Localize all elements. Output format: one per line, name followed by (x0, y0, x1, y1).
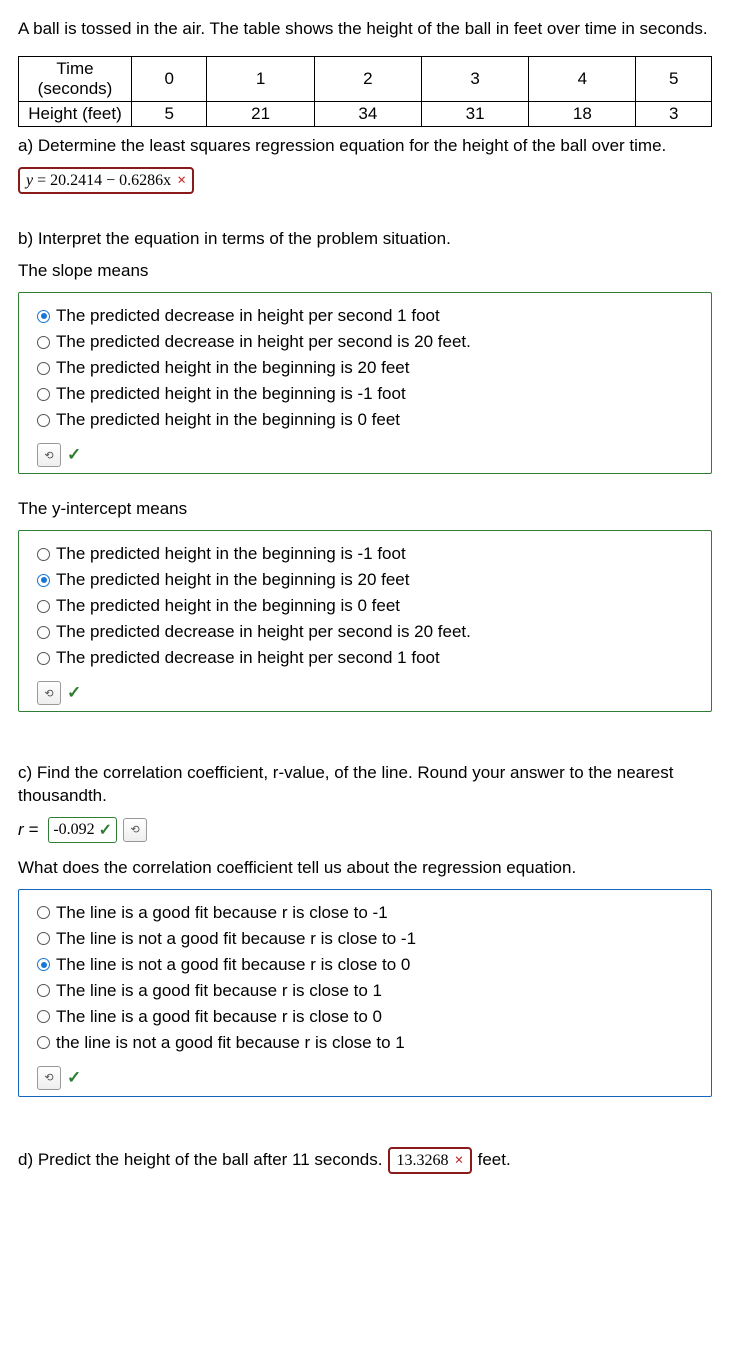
choice-option[interactable]: The predicted height in the beginning is… (37, 567, 697, 593)
table-cell: 3 (636, 102, 712, 127)
radio-icon[interactable] (37, 388, 50, 401)
radio-icon[interactable] (37, 574, 50, 587)
choice-label: The line is a good fit because r is clos… (56, 1007, 382, 1027)
part-c-prompt: c) Find the correlation coefficient, r-v… (18, 762, 712, 806)
choice-option[interactable]: The predicted height in the beginning is… (37, 407, 697, 433)
radio-icon[interactable] (37, 600, 50, 613)
radio-icon[interactable] (37, 932, 50, 945)
choice-label: The line is a good fit because r is clos… (56, 981, 382, 1001)
table-cell: 2 (314, 57, 421, 102)
choice-option[interactable]: The predicted decrease in height per sec… (37, 619, 697, 645)
radio-icon[interactable] (37, 984, 50, 997)
check-icon: ✓ (67, 683, 81, 703)
choice-option[interactable]: The predicted height in the beginning is… (37, 381, 697, 407)
table-row: Height (feet) 5 21 34 31 18 3 (19, 102, 712, 127)
choice-option[interactable]: The predicted height in the beginning is… (37, 355, 697, 381)
radio-icon[interactable] (37, 362, 50, 375)
retry-button[interactable]: ⟲ (37, 443, 61, 467)
choice-label: The predicted height in the beginning is… (56, 384, 406, 404)
r-input-row: r = -0.092 ✓ ⟲ (18, 817, 712, 843)
table-cell: 1 (207, 57, 314, 102)
choice-label: The predicted height in the beginning is… (56, 544, 406, 564)
table-cell: 5 (132, 102, 207, 127)
retry-button[interactable]: ⟲ (37, 1066, 61, 1090)
choice-option[interactable]: The predicted height in the beginning is… (37, 593, 697, 619)
choice-label: The predicted decrease in height per sec… (56, 622, 471, 642)
choice-label: The predicted height in the beginning is… (56, 358, 409, 378)
part-a-answer[interactable]: y = 20.2414 − 0.6286x × (18, 167, 194, 194)
choice-label: The predicted height in the beginning is… (56, 570, 409, 590)
table-row: Time (seconds) 0 1 2 3 4 5 (19, 57, 712, 102)
choice-option[interactable]: The predicted decrease in height per sec… (37, 303, 697, 329)
intro-text: A ball is tossed in the air. The table s… (18, 18, 712, 40)
table-cell: 21 (207, 102, 314, 127)
check-icon: ✓ (99, 820, 112, 840)
part-b-prompt: b) Interpret the equation in terms of th… (18, 228, 712, 250)
choice-option[interactable]: the line is not a good fit because r is … (37, 1030, 697, 1056)
choice-label: The predicted height in the beginning is… (56, 410, 400, 430)
slope-label: The slope means (18, 260, 712, 282)
r-label: r = (18, 820, 38, 840)
radio-icon[interactable] (37, 1010, 50, 1023)
choice-label: The predicted decrease in height per sec… (56, 332, 471, 352)
choice-option[interactable]: The line is a good fit because r is clos… (37, 900, 697, 926)
choice-label: The line is not a good fit because r is … (56, 929, 416, 949)
table-cell: 0 (132, 57, 207, 102)
radio-icon[interactable] (37, 414, 50, 427)
table-cell: 5 (636, 57, 712, 102)
choice-option[interactable]: The line is a good fit because r is clos… (37, 1004, 697, 1030)
table-cell: 4 (529, 57, 636, 102)
r-value-input[interactable]: -0.092 ✓ (48, 817, 117, 843)
wrong-icon: × (177, 172, 186, 189)
equation-rhs: 20.2414 − 0.6286x (50, 172, 171, 189)
radio-icon[interactable] (37, 958, 50, 971)
equation-lhs: y (26, 172, 33, 189)
check-icon: ✓ (67, 445, 81, 465)
retry-button[interactable]: ⟲ (123, 818, 147, 842)
yintercept-label: The y-intercept means (18, 498, 712, 520)
part-d-row: d) Predict the height of the ball after … (18, 1147, 712, 1174)
table-cell: 18 (529, 102, 636, 127)
data-table: Time (seconds) 0 1 2 3 4 5 Height (feet)… (18, 56, 712, 127)
part-a-prompt: a) Determine the least squares regressio… (18, 135, 712, 157)
radio-icon[interactable] (37, 906, 50, 919)
row-label: Height (feet) (19, 102, 132, 127)
radio-icon[interactable] (37, 336, 50, 349)
choice-label: The predicted height in the beginning is… (56, 596, 400, 616)
check-icon: ✓ (67, 1068, 81, 1088)
row-label: Time (seconds) (19, 57, 132, 102)
radio-icon[interactable] (37, 310, 50, 323)
table-cell: 31 (421, 102, 528, 127)
choice-option[interactable]: The line is a good fit because r is clos… (37, 978, 697, 1004)
radio-icon[interactable] (37, 626, 50, 639)
part-c-subprompt: What does the correlation coefficient te… (18, 857, 712, 879)
choice-option[interactable]: The line is not a good fit because r is … (37, 952, 697, 978)
table-cell: 3 (421, 57, 528, 102)
choice-label: The line is a good fit because r is clos… (56, 903, 388, 923)
retry-button[interactable]: ⟲ (37, 681, 61, 705)
radio-icon[interactable] (37, 1036, 50, 1049)
correlation-choices: The line is a good fit because r is clos… (18, 889, 712, 1097)
choice-label: the line is not a good fit because r is … (56, 1033, 405, 1053)
choice-option[interactable]: The predicted decrease in height per sec… (37, 329, 697, 355)
choice-label: The predicted decrease in height per sec… (56, 306, 440, 326)
radio-icon[interactable] (37, 652, 50, 665)
choice-option[interactable]: The line is not a good fit because r is … (37, 926, 697, 952)
choice-label: The line is not a good fit because r is … (56, 955, 410, 975)
part-d-answer[interactable]: 13.3268 × (388, 1147, 471, 1174)
part-d-unit: feet. (478, 1150, 511, 1170)
choice-option[interactable]: The predicted decrease in height per sec… (37, 645, 697, 671)
table-cell: 34 (314, 102, 421, 127)
slope-choices: The predicted decrease in height per sec… (18, 292, 712, 474)
part-d-prompt: d) Predict the height of the ball after … (18, 1150, 382, 1170)
yintercept-choices: The predicted height in the beginning is… (18, 530, 712, 712)
choice-label: The predicted decrease in height per sec… (56, 648, 440, 668)
wrong-icon: × (454, 1152, 463, 1169)
radio-icon[interactable] (37, 548, 50, 561)
choice-option[interactable]: The predicted height in the beginning is… (37, 541, 697, 567)
